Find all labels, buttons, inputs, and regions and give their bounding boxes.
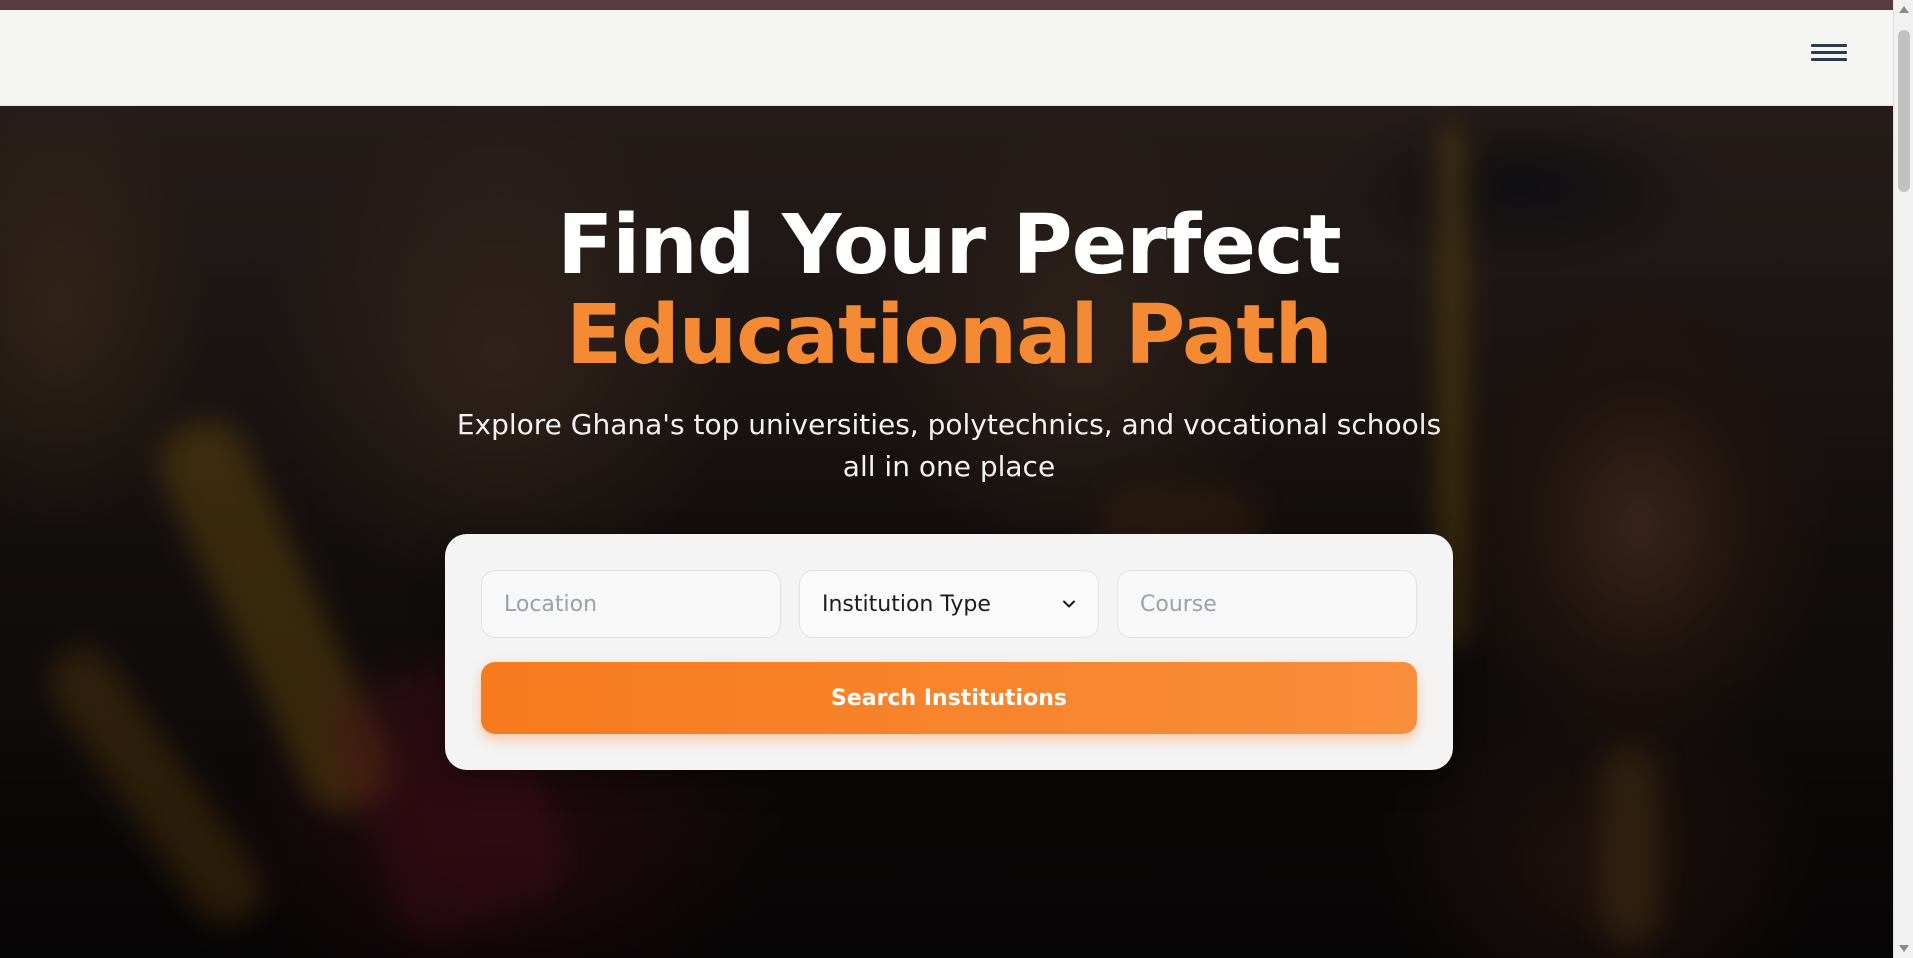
chevron-down-icon	[1063, 600, 1075, 608]
search-institutions-button[interactable]: Search Institutions	[481, 662, 1417, 734]
location-field[interactable]	[481, 570, 781, 638]
scrollbar-thumb[interactable]	[1898, 30, 1910, 192]
course-field[interactable]	[1117, 570, 1417, 638]
top-accent-strip	[0, 0, 1893, 10]
page: Find Your Perfect Educational Path Explo…	[0, 0, 1913, 958]
hero-subtitle: Explore Ghana's top universities, polyte…	[456, 408, 1442, 483]
institution-type-value: Institution Type	[822, 591, 991, 617]
search-card: Institution Type Search Institutions	[445, 534, 1453, 770]
hero-content: Find Your Perfect Educational Path Explo…	[0, 106, 1893, 958]
menu-bar	[1811, 50, 1847, 54]
hero-headline-highlight: Educational Path	[566, 288, 1333, 383]
hamburger-menu-icon[interactable]	[1805, 32, 1853, 72]
vertical-scrollbar[interactable]	[1893, 0, 1913, 958]
course-input[interactable]	[1140, 591, 1394, 617]
hero-headline: Find Your Perfect	[557, 198, 1342, 293]
scroll-up-icon[interactable]	[1899, 6, 1909, 13]
location-input[interactable]	[504, 591, 758, 617]
hero-section: Find Your Perfect Educational Path Explo…	[0, 106, 1893, 958]
menu-bar	[1811, 57, 1847, 61]
institution-type-select[interactable]: Institution Type	[799, 570, 1099, 638]
scroll-down-icon[interactable]	[1899, 945, 1909, 952]
menu-bar	[1811, 43, 1847, 47]
navbar	[0, 10, 1893, 106]
